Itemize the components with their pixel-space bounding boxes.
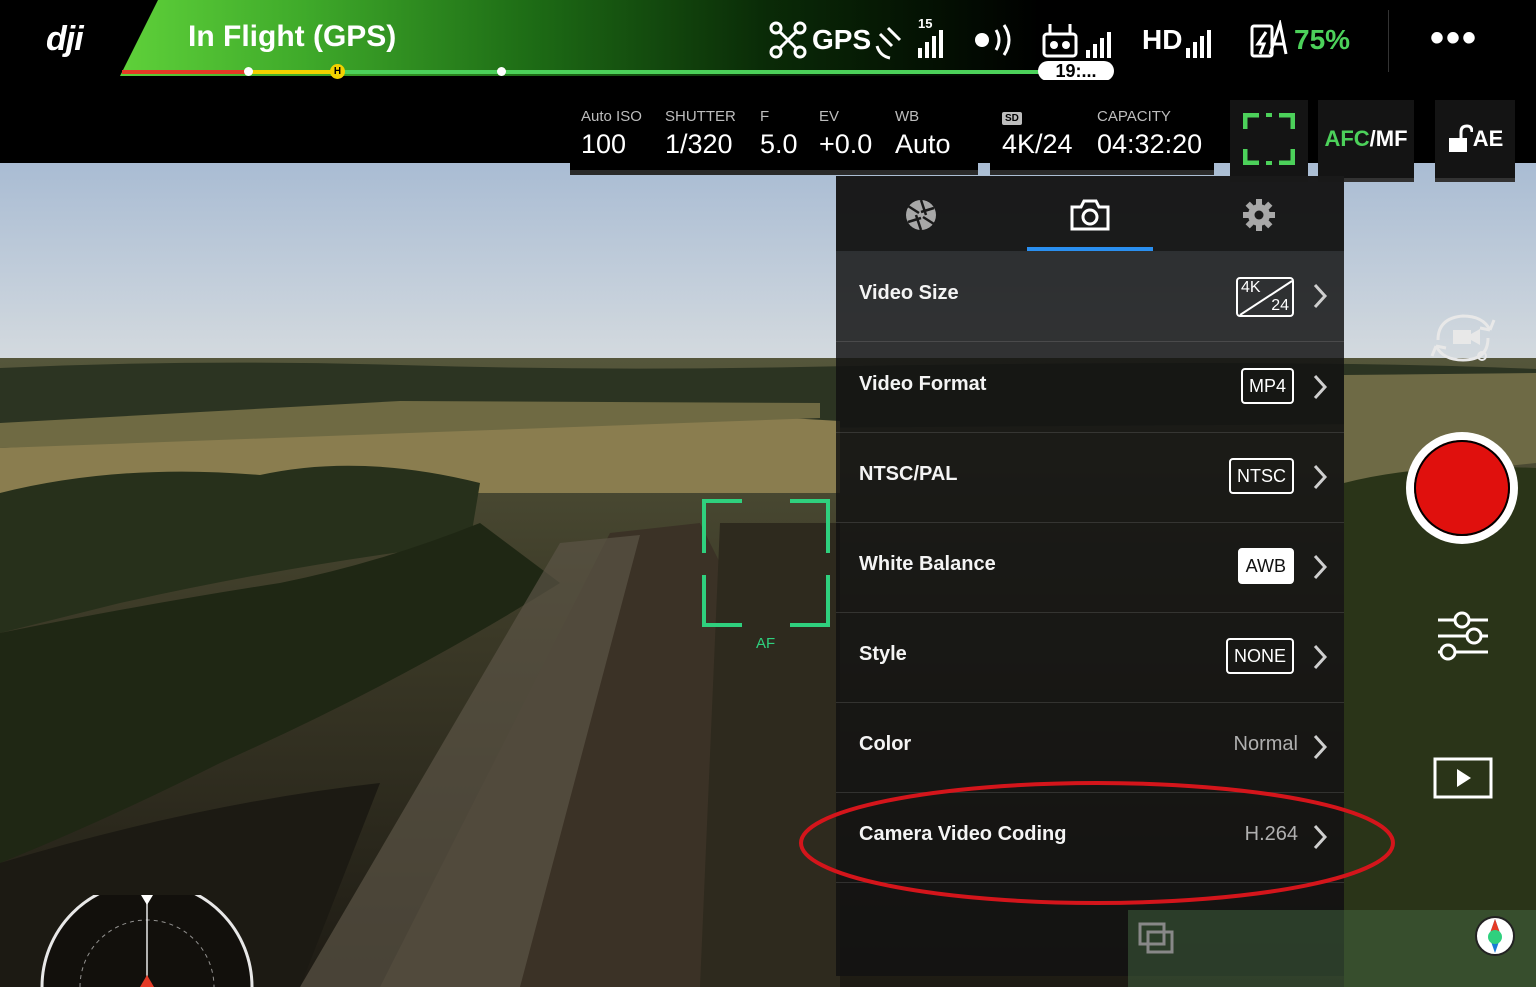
satellite-count: 15: [918, 16, 933, 31]
gear-icon: [1243, 199, 1275, 231]
resolution-badge-top: 4K: [1241, 279, 1261, 296]
setting-row-style[interactable]: Style NONE: [836, 612, 1344, 703]
vision-status[interactable]: [972, 18, 1024, 62]
aperture-value: 5.0: [760, 129, 798, 159]
capacity-value: 04:32:20: [1097, 129, 1203, 159]
divider: [1388, 10, 1389, 72]
gps-label: GPS: [812, 24, 872, 55]
record-button[interactable]: [1406, 432, 1518, 544]
remote-controller-icon: [1042, 24, 1111, 58]
setting-label: White Balance: [859, 553, 996, 575]
chevron-right-icon: [1313, 554, 1328, 580]
record-dot: [1414, 440, 1510, 536]
style-badge: NONE: [1225, 638, 1294, 674]
battery-status[interactable]: 75%: [1248, 18, 1350, 62]
broadcast-icon: [975, 24, 1011, 56]
shutter-param: SHUTTER 1/320: [665, 108, 736, 160]
setting-label: Style: [859, 643, 907, 665]
setting-row-video-format[interactable]: Video Format MP4: [836, 342, 1344, 433]
flight-mode-label: In Flight (GPS): [188, 20, 397, 53]
af-focus-box[interactable]: [702, 499, 830, 627]
setting-row-white-balance[interactable]: White Balance AWB: [836, 522, 1344, 613]
ntsc-badge: NTSC: [1229, 458, 1294, 494]
ev-value: +0.0: [819, 129, 873, 159]
status-bar: dji In Flight (GPS) H GPS 15 HD 75% 19:.…: [0, 0, 1536, 81]
focus-mode-label: AFC/MF: [1324, 126, 1408, 151]
iso-label: Auto ISO: [581, 108, 642, 125]
flight-time-remaining: 19:...: [1038, 61, 1114, 81]
awb-badge: AWB: [1237, 548, 1294, 584]
setting-row-video-size[interactable]: Video Size 4K 24: [836, 251, 1344, 342]
remote-signal-status[interactable]: [1042, 18, 1124, 62]
hd-label: HD: [1142, 24, 1183, 55]
setting-row-ntsc-pal[interactable]: NTSC/PAL NTSC: [836, 432, 1344, 523]
video-signal-status[interactable]: HD: [1142, 18, 1222, 62]
capacity-param: CAPACITY 04:32:20: [1097, 108, 1202, 160]
aperture-icon: [906, 199, 936, 231]
battery-progress-line: [122, 70, 1040, 74]
highlight-ellipse: [799, 781, 1395, 905]
ae-lock-label: AE: [1472, 126, 1504, 151]
camera-switch-icon[interactable]: [1428, 310, 1498, 366]
map-layers-icon[interactable]: [1136, 920, 1176, 956]
focus-frame-icon: [1243, 113, 1295, 165]
tab-camera[interactable]: [1067, 192, 1113, 238]
settings-tabs: [836, 176, 1344, 251]
chevron-right-icon: [1313, 283, 1328, 309]
dji-logo: dji: [46, 20, 84, 58]
sliders-icon[interactable]: [1436, 610, 1490, 664]
sd-label: SD: [1002, 112, 1022, 125]
satellite-status[interactable]: 15: [874, 16, 956, 62]
ev-label: EV: [819, 108, 840, 125]
satellite-icon: [875, 26, 943, 60]
tab-settings[interactable]: [1236, 192, 1282, 238]
chevron-right-icon: [1313, 734, 1328, 760]
af-label: AF: [756, 635, 776, 652]
battery-percent: 75%: [1294, 24, 1351, 55]
format-badge: MP4: [1240, 368, 1294, 404]
tab-exposure[interactable]: [898, 192, 944, 238]
setting-value: Normal: [1233, 733, 1298, 755]
resolution-value: 4K/24: [1002, 129, 1073, 159]
wb-label: WB: [895, 108, 920, 125]
home-point-marker: H: [330, 64, 345, 79]
focus-mode-button[interactable]: AFC/MF: [1318, 100, 1414, 182]
wb-param: WB Auto: [895, 108, 951, 160]
aperture-label: F: [760, 108, 770, 125]
resolution-param: SD 4K/24: [1002, 108, 1073, 160]
setting-label: Video Size: [859, 282, 959, 304]
compass-icon[interactable]: [1474, 915, 1516, 957]
setting-label: Color: [859, 733, 912, 755]
gps-status[interactable]: GPS: [768, 18, 871, 62]
focus-area-button[interactable]: [1230, 100, 1308, 182]
ae-lock-button[interactable]: AE: [1435, 100, 1515, 182]
playback-icon[interactable]: [1433, 757, 1493, 799]
shutter-value: 1/320: [665, 129, 733, 159]
resolution-badge: 4K 24: [1236, 277, 1294, 317]
aperture-param: F 5.0: [760, 108, 798, 160]
ev-param: EV +0.0: [819, 108, 872, 160]
battery-icon: [1250, 20, 1288, 58]
iso-value: 100: [581, 129, 627, 159]
chevron-right-icon: [1313, 374, 1328, 400]
drone-icon: [769, 21, 807, 59]
more-options-button[interactable]: •••: [1430, 16, 1478, 61]
unlock-icon: [1448, 124, 1473, 152]
resolution-badge-bottom: 24: [1271, 297, 1289, 314]
chevron-right-icon: [1313, 644, 1328, 670]
sd-card-icon: SD: [1002, 108, 1073, 125]
attitude-radar[interactable]: [40, 895, 254, 987]
camera-icon: [1070, 199, 1110, 231]
chevron-right-icon: [1313, 464, 1328, 490]
setting-label: NTSC/PAL: [859, 463, 958, 485]
progress-marker: [497, 67, 506, 76]
signal-bars-icon: [1186, 30, 1212, 58]
setting-label: Video Format: [859, 373, 987, 395]
progress-marker: [244, 67, 253, 76]
capacity-label: CAPACITY: [1097, 108, 1171, 125]
iso-param: Auto ISO 100: [581, 108, 642, 160]
wb-value: Auto: [895, 129, 951, 159]
shutter-label: SHUTTER: [665, 108, 736, 125]
